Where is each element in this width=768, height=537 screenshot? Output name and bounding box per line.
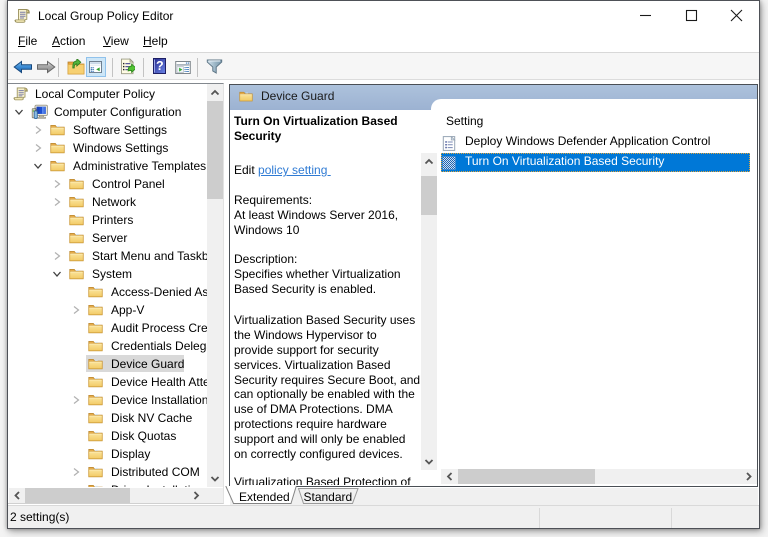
svg-text:?: ? (156, 59, 164, 73)
